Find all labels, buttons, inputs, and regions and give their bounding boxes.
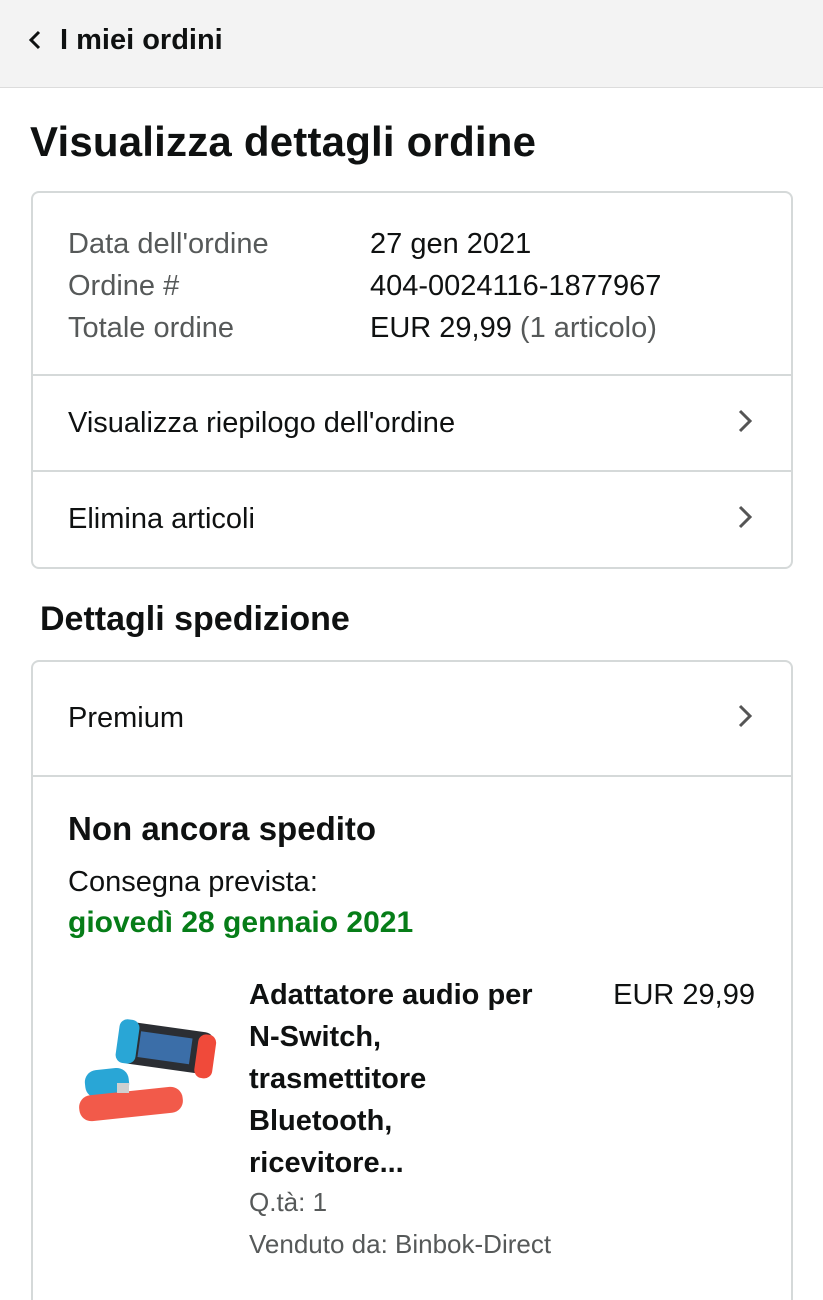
order-total-value: EUR 29,99 (1 articolo): [370, 307, 657, 349]
order-number-value: 404-0024116-1877967: [370, 270, 662, 302]
chevron-right-icon: [737, 702, 753, 735]
product-title-line: Adattatore audio per: [249, 979, 533, 1011]
order-item-count: (1 articolo): [519, 312, 657, 344]
order-total-label: Totale ordine: [68, 312, 235, 344]
page-title: Visualizza dettagli ordine: [30, 118, 537, 165]
product-title-line: trasmettitore: [249, 1063, 427, 1095]
product-image[interactable]: [77, 1017, 217, 1127]
shipping-service-label: Premium: [68, 702, 185, 734]
chevron-right-icon: [737, 407, 753, 440]
product-seller: Venduto da: Binbok-Direct: [249, 1229, 552, 1259]
product-title-link[interactable]: Adattatore audio per N-Switch, trasmetti…: [249, 974, 589, 1184]
shipping-service-row[interactable]: Premium: [33, 662, 791, 775]
order-info: Data dell'ordine 27 gen 2021 Ordine # 40…: [68, 223, 661, 349]
view-order-summary-label: Visualizza riepilogo dell'ordine: [68, 406, 456, 439]
view-order-summary-row[interactable]: Visualizza riepilogo dell'ordine: [33, 376, 791, 470]
top-navigation-bar: I miei ordini: [0, 0, 823, 88]
estimated-delivery-date: giovedì 28 gennaio 2021: [68, 906, 414, 939]
divider: [33, 775, 791, 777]
product-title-line: ricevitore...: [249, 1147, 404, 1179]
estimated-delivery-label: Consegna prevista:: [68, 866, 318, 898]
product-quantity: Q.tà: 1: [249, 1187, 328, 1217]
back-label: I miei ordini: [60, 23, 223, 56]
chevron-left-icon: [26, 28, 44, 52]
order-date-value: 27 gen 2021: [370, 228, 532, 260]
back-to-orders-link[interactable]: I miei ordini: [26, 20, 223, 60]
order-date-label: Data dell'ordine: [68, 228, 269, 260]
order-number-row: Ordine # 404-0024116-1877967: [68, 265, 661, 307]
order-total-amount: EUR 29,99: [370, 312, 512, 344]
product-title-line: N-Switch,: [249, 1021, 382, 1053]
order-number-label: Ordine #: [68, 270, 180, 302]
chevron-right-icon: [737, 503, 753, 536]
shipment-status: Non ancora spedito: [68, 810, 377, 847]
shipping-section-title: Dettagli spedizione: [40, 600, 350, 638]
product-price: EUR 29,99: [613, 979, 755, 1011]
order-date-row: Data dell'ordine 27 gen 2021: [68, 223, 661, 265]
shipping-card: Premium Non ancora spedito Consegna prev…: [31, 660, 793, 1300]
order-total-row: Totale ordine EUR 29,99 (1 articolo): [68, 307, 661, 349]
delete-items-label: Elimina articoli: [68, 503, 255, 535]
product-title-line: Bluetooth,: [249, 1105, 393, 1137]
order-info-card: Data dell'ordine 27 gen 2021 Ordine # 40…: [31, 191, 793, 569]
delete-items-row[interactable]: Elimina articoli: [33, 472, 791, 567]
